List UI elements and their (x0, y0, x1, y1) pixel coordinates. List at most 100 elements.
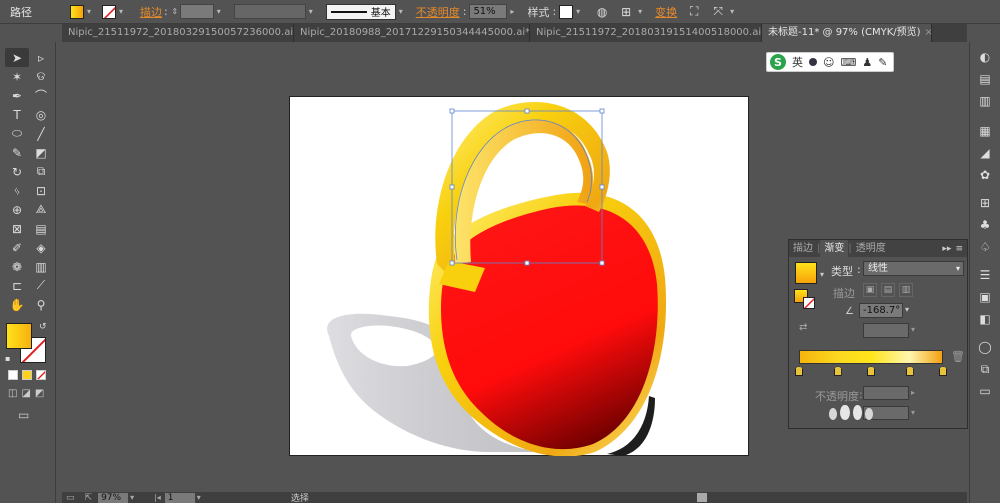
more-options-icon[interactable]: ▾ (727, 5, 737, 19)
zoom-tool-icon[interactable]: ⚲ (29, 295, 53, 314)
paintbrush-tool-icon[interactable]: ╱ (29, 124, 53, 143)
punctuation-icon[interactable] (809, 58, 817, 66)
pathfinder-panel-icon[interactable]: ▭ (970, 380, 1000, 402)
isolate-icon[interactable]: ⛶ (685, 3, 703, 21)
symbol-sprayer-tool-icon[interactable]: ❁ (5, 257, 29, 276)
stroke-swatch[interactable] (102, 4, 116, 19)
swatches-panel-icon[interactable]: ▦ (970, 120, 1000, 142)
variable-width-field[interactable] (233, 4, 306, 19)
pencil-tool-icon[interactable]: ✎ (5, 143, 29, 162)
stop-location-dropdown-icon[interactable]: ▾ (911, 408, 915, 417)
artboards-panel-icon[interactable]: ▥ (970, 90, 1000, 112)
angle-dropdown-icon[interactable]: ▾ (905, 305, 909, 314)
selection-handle[interactable] (449, 260, 455, 266)
gradient-preview-swatch[interactable] (795, 262, 817, 284)
fill-indicator[interactable] (6, 323, 32, 349)
tab-document-active[interactable]: 未标题-11* @ 97% (CMYK/预览)× (762, 24, 932, 42)
share-icon[interactable]: ⇱ (85, 493, 93, 503)
eyedropper-tool-icon[interactable]: ✐ (5, 238, 29, 257)
transform-each-icon[interactable]: ⤧ (709, 3, 727, 21)
selection-handle[interactable] (524, 108, 530, 114)
screen-mode-icon[interactable]: ▭ (18, 408, 29, 422)
draw-behind-icon[interactable]: ◪ (21, 388, 30, 399)
none-mode-icon[interactable] (36, 370, 46, 380)
default-colors-icon[interactable]: ▪ (5, 354, 10, 363)
column-graph-tool-icon[interactable]: ▥ (29, 257, 53, 276)
gradient-tool-icon[interactable]: ▤ (29, 219, 53, 238)
opacity-dropdown-icon[interactable]: ▸ (507, 5, 517, 19)
direct-selection-tool-icon[interactable]: ▹ (29, 48, 53, 67)
artboard-nav-icon[interactable]: ▭ (66, 493, 75, 503)
keyboard-icon[interactable]: ⌨ (840, 56, 856, 69)
transform-link[interactable]: 变换 (655, 4, 677, 20)
tab-transparency[interactable]: 透明度 (852, 240, 890, 257)
hand-tool-icon[interactable]: ✋ (5, 295, 29, 314)
settings-wrench-icon[interactable]: ✎ (878, 56, 887, 69)
gradient-type-select[interactable]: 线性 ▾ (863, 261, 964, 276)
lock-artwork[interactable] (289, 96, 749, 456)
panel-collapse-icon[interactable]: ▸▸ (942, 244, 955, 254)
selection-tool-icon[interactable]: ➤ (5, 48, 29, 67)
stroke-dropdown-icon[interactable]: ▾ (116, 5, 126, 19)
type-tool-icon[interactable]: T (5, 105, 29, 124)
curvature-tool-icon[interactable]: ⌒ (29, 86, 53, 105)
pen-tool-icon[interactable]: ✒ (5, 86, 29, 105)
aspect-dropdown-icon[interactable]: ▾ (911, 325, 915, 334)
artboard-tool-icon[interactable]: ⊏ (5, 276, 29, 295)
stop-opacity-dropdown-icon[interactable]: ▸ (911, 388, 915, 397)
stroke-mini-swatch[interactable] (803, 297, 815, 309)
graphic-style-dropdown-icon[interactable]: ▾ (573, 5, 583, 19)
brush-dropdown-icon[interactable]: ▾ (396, 5, 406, 19)
align-grid-icon[interactable]: ⊞ (617, 3, 635, 21)
selection-handle[interactable] (524, 260, 530, 266)
scale-tool-icon[interactable]: ⧉ (29, 162, 53, 181)
draw-normal-icon[interactable]: ◫ (8, 388, 17, 399)
variable-width-dropdown-icon[interactable]: ▾ (306, 5, 316, 19)
stroke-along-icon[interactable]: ▤ (881, 283, 895, 297)
tab-stroke[interactable]: 描边 (789, 240, 817, 257)
stroke-panel-icon[interactable]: ☰ (970, 264, 1000, 286)
tab-document-2[interactable]: Nipic_20180988_20171229150344445000.ai*× (294, 24, 530, 42)
first-artboard-icon[interactable]: |◂ (154, 493, 161, 502)
slice-tool-icon[interactable]: ⟋ (29, 276, 53, 295)
blend-tool-icon[interactable]: ◈ (29, 238, 53, 257)
zoom-dropdown-icon[interactable]: ▾ (130, 493, 134, 502)
stroke-weight-stepper-icon[interactable]: ⇕ (170, 5, 180, 19)
gradient-stop[interactable] (939, 366, 947, 376)
lasso-tool-icon[interactable]: ଡ (29, 67, 53, 86)
recolor-icon[interactable]: ◍ (593, 3, 611, 21)
draw-inside-icon[interactable]: ◩ (35, 388, 44, 399)
artboard-dropdown-icon[interactable]: ▾ (197, 493, 201, 502)
ellipse-tool-icon[interactable]: ⬭ (5, 124, 29, 143)
ime-toolbar[interactable]: S 英 ☺ ⌨ ♟ ✎ (766, 52, 894, 72)
opacity-link[interactable]: 不透明度 (416, 4, 460, 20)
mesh-tool-icon[interactable]: ⊠ (5, 219, 29, 238)
brushes-panel-icon[interactable]: ◢ (970, 142, 1000, 164)
color-panel-icon[interactable]: ◐ (970, 46, 1000, 68)
magic-wand-tool-icon[interactable]: ✶ (5, 67, 29, 86)
layers-panel-icon[interactable]: ▤ (970, 68, 1000, 90)
tab-gradient[interactable]: 渐变 (820, 240, 849, 257)
warp-tool-icon[interactable]: ᛃ (5, 181, 29, 200)
appearance-panel-icon[interactable]: ◯ (970, 336, 1000, 358)
panel-menu-icon[interactable]: ≡ (955, 244, 967, 254)
free-transform-tool-icon[interactable]: ⊡ (29, 181, 53, 200)
gradient-stop[interactable] (833, 366, 842, 376)
close-icon[interactable]: × (925, 27, 931, 38)
graphic-style-swatch[interactable] (559, 4, 574, 19)
tab-document-3[interactable]: Nipic_21511972_20180319151400518000.ai*× (530, 24, 762, 42)
stroke-within-icon[interactable]: ▣ (863, 283, 877, 297)
reverse-gradient-icon[interactable]: ⇄ (799, 322, 807, 333)
graphic-styles-icon[interactable]: ♤ (970, 236, 1000, 258)
selection-handle[interactable] (599, 108, 605, 114)
stroke-across-icon[interactable]: ▥ (899, 283, 913, 297)
swap-colors-icon[interactable]: ↺ (39, 322, 47, 332)
gradient-mode-icon[interactable] (22, 370, 32, 380)
selection-handle[interactable] (449, 108, 455, 114)
symbols-panel-icon[interactable]: ♣ (970, 214, 1000, 236)
transparency-panel-icon[interactable]: ◧ (970, 308, 1000, 330)
gradient-stop[interactable] (867, 366, 875, 376)
fill-swatch[interactable] (70, 4, 84, 19)
shape-builder-tool-icon[interactable]: ⊕ (5, 200, 29, 219)
zoom-field[interactable]: 97% (98, 492, 129, 503)
